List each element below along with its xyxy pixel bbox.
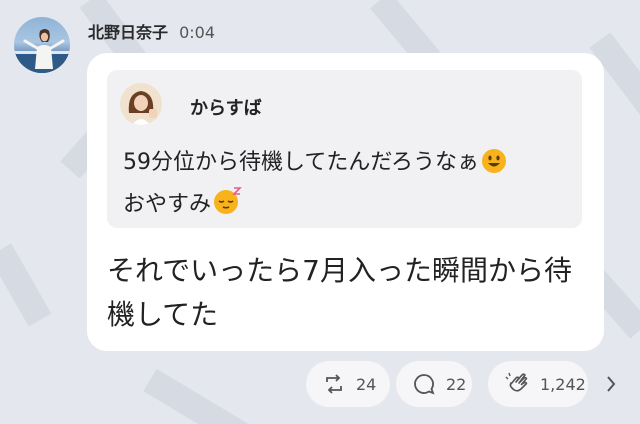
author-avatar-image bbox=[14, 29, 70, 73]
post-time: 0:04 bbox=[179, 23, 216, 42]
repost-count: 24 bbox=[356, 374, 377, 394]
grinning-face-icon bbox=[481, 148, 507, 186]
clap-count: 1,242 bbox=[540, 374, 586, 394]
repost-icon bbox=[326, 374, 342, 394]
quoted-text-line-2: おやすみ bbox=[123, 186, 507, 228]
message-text: それでいったら7月入った瞬間から待機してた bbox=[107, 254, 572, 331]
repost-button[interactable]: 24 bbox=[306, 361, 390, 407]
clap-icon bbox=[505, 372, 528, 392]
comment-count: 22 bbox=[446, 374, 467, 394]
quoted-text: 59分位から待機してたんだろうなぁ おやすみ bbox=[123, 145, 507, 228]
quoted-avatar-image bbox=[120, 83, 162, 125]
author-name[interactable]: 北野日奈子 bbox=[88, 23, 168, 42]
comment-icon bbox=[414, 374, 435, 395]
clap-button[interactable]: 1,242 bbox=[488, 361, 588, 407]
quoted-post-card[interactable]: からすば 59分位から待機してたんだろうなぁ おやすみ bbox=[107, 70, 582, 228]
quoted-text-line-1-text: 59分位から待機してたんだろうなぁ bbox=[123, 150, 480, 175]
chevron-right-icon bbox=[607, 376, 616, 392]
post-header: 北野日奈子 0:04 bbox=[88, 19, 215, 43]
author-avatar[interactable] bbox=[14, 17, 70, 73]
quoted-author-name: からすば bbox=[190, 98, 262, 119]
comment-button[interactable]: 22 bbox=[396, 361, 472, 407]
message-bubble: からすば 59分位から待機してたんだろうなぁ おやすみ それでいったら7月入った… bbox=[87, 53, 604, 351]
more-actions-button[interactable] bbox=[604, 372, 618, 400]
quoted-text-line-2-text: おやすみ bbox=[123, 192, 212, 217]
sleeping-face-icon bbox=[213, 186, 243, 228]
quoted-text-line-1: 59分位から待機してたんだろうなぁ bbox=[123, 145, 507, 186]
quoted-author-avatar[interactable] bbox=[120, 83, 162, 125]
